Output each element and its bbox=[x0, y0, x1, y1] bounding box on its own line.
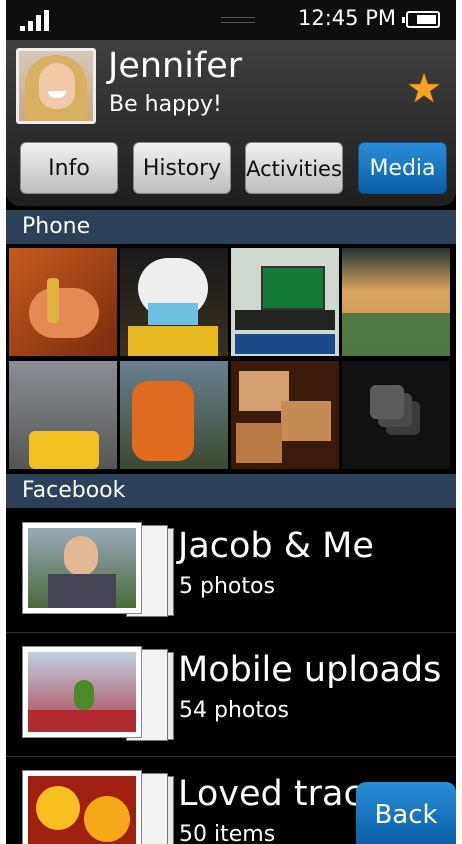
drag-handle[interactable] bbox=[221, 17, 255, 23]
tab-history[interactable]: History bbox=[133, 142, 231, 194]
contact-header: Jennifer Be happy! ★ Info History Activi… bbox=[6, 40, 456, 206]
photo-thumbnail[interactable] bbox=[231, 248, 339, 356]
album-count: 50 items bbox=[179, 822, 276, 844]
album-thumbnail bbox=[22, 646, 174, 742]
photo-thumbnail[interactable] bbox=[231, 361, 339, 469]
clock: 12:45 PM bbox=[298, 6, 396, 30]
album-title: Loved trac bbox=[178, 774, 363, 814]
album-count: 5 photos bbox=[179, 574, 275, 599]
photo-thumbnail[interactable] bbox=[120, 361, 228, 469]
tab-media[interactable]: Media bbox=[358, 142, 447, 194]
star-icon[interactable]: ★ bbox=[403, 68, 445, 110]
battery-icon bbox=[402, 11, 440, 28]
photo-thumbnail[interactable] bbox=[120, 248, 228, 356]
album-title: Jacob & Me bbox=[178, 526, 374, 566]
photo-thumbnail[interactable] bbox=[9, 361, 117, 469]
avatar[interactable] bbox=[16, 48, 96, 124]
list-item[interactable]: Mobile uploads 54 photos bbox=[6, 634, 456, 757]
contact-status: Be happy! bbox=[109, 92, 222, 117]
album-thumbnail bbox=[22, 770, 174, 844]
album-count: 54 photos bbox=[179, 698, 289, 723]
contact-name: Jennifer bbox=[108, 46, 243, 86]
phone-screen: 12:45 PM Jennifer Be happy! ★ Info Histo… bbox=[6, 0, 456, 844]
album-title: Mobile uploads bbox=[178, 650, 442, 690]
tab-info[interactable]: Info bbox=[20, 142, 118, 194]
tab-activities[interactable]: Activities bbox=[245, 142, 343, 194]
album-thumbnail bbox=[22, 522, 174, 618]
phone-photo-grid bbox=[9, 248, 453, 472]
list-item[interactable]: Jacob & Me 5 photos bbox=[6, 510, 456, 633]
photo-thumbnail[interactable] bbox=[9, 248, 117, 356]
more-photos-tile[interactable] bbox=[342, 361, 450, 469]
photo-thumbnail[interactable] bbox=[342, 248, 450, 356]
tab-bar: Info History Activities Media bbox=[20, 142, 450, 194]
signal-bars-icon bbox=[20, 10, 49, 31]
section-header-phone: Phone bbox=[6, 210, 456, 244]
back-button[interactable]: Back bbox=[356, 782, 456, 844]
section-header-facebook: Facebook bbox=[6, 474, 456, 508]
status-bar: 12:45 PM bbox=[6, 0, 456, 40]
